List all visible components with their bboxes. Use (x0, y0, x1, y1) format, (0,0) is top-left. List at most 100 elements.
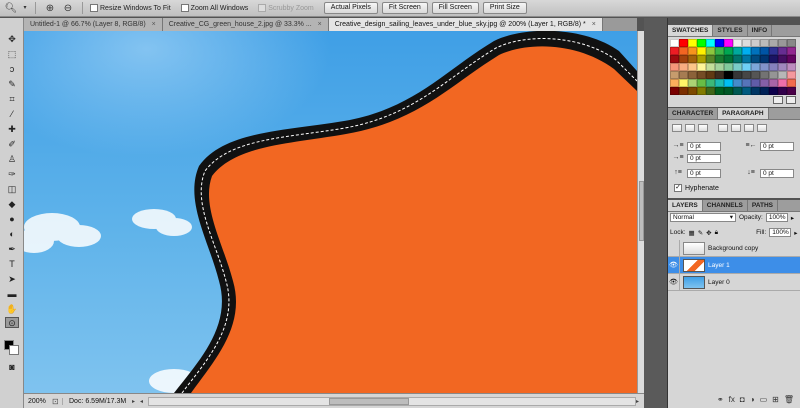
color-swatch[interactable] (787, 47, 796, 55)
justify-center-icon[interactable] (731, 124, 741, 132)
color-swatch[interactable] (715, 87, 724, 95)
opacity-field[interactable]: 100% (765, 213, 788, 222)
tab-paragraph[interactable]: PARAGRAPH (718, 108, 769, 119)
color-swatch[interactable] (715, 63, 724, 71)
zoom-in-icon[interactable]: ⊕ (43, 2, 57, 15)
color-swatch[interactable] (679, 47, 688, 55)
chevron-right-icon[interactable]: ▸ (132, 398, 140, 405)
indent-right-field[interactable]: 0 pt (760, 142, 794, 151)
color-swatch[interactable] (706, 55, 715, 63)
layer-name[interactable]: Layer 0 (708, 279, 730, 286)
layer-name[interactable]: Layer 1 (708, 262, 730, 269)
chevron-down-icon[interactable]: ▾ (22, 2, 28, 15)
color-swatch[interactable] (724, 55, 733, 63)
layer-row-layer-1[interactable]: 👁︎ Layer 1 (668, 256, 800, 274)
color-swatch[interactable] (733, 39, 742, 47)
color-swatch[interactable] (769, 63, 778, 71)
hand-tool-icon[interactable]: ✋ (5, 304, 19, 315)
link-layers-icon[interactable]: ⚭ (717, 395, 724, 404)
close-icon[interactable]: × (152, 18, 156, 31)
justify-left-icon[interactable] (718, 124, 728, 132)
align-center-icon[interactable] (685, 124, 695, 132)
lasso-tool-icon[interactable]: ↄ (5, 64, 19, 75)
color-swatch[interactable] (697, 87, 706, 95)
zoom-out-icon[interactable]: ⊖ (61, 2, 75, 15)
document-canvas[interactable] (24, 31, 637, 393)
actual-pixels-button[interactable]: Actual Pixels (323, 2, 378, 14)
new-group-icon[interactable]: ▭ (760, 395, 768, 404)
new-layer-icon[interactable]: ⊞ (772, 395, 779, 404)
color-swatch[interactable] (706, 87, 715, 95)
color-swatch[interactable] (724, 79, 733, 87)
color-swatch[interactable] (697, 47, 706, 55)
color-swatch[interactable] (769, 39, 778, 47)
tab-sailing-leaves[interactable]: Creative_design_sailing_leaves_under_blu… (328, 18, 603, 31)
tab-untitled-1[interactable]: Untitled-1 @ 66.7% (Layer 8, RGB/8) × (24, 18, 163, 31)
color-swatch[interactable] (787, 63, 796, 71)
quick-mask-icon[interactable]: ◙ (5, 362, 19, 373)
color-swatch[interactable] (751, 71, 760, 79)
color-swatch[interactable] (751, 39, 760, 47)
trash-icon[interactable] (786, 96, 796, 104)
lock-transparency-icon[interactable]: ▦ (689, 229, 695, 237)
color-swatch[interactable] (688, 47, 697, 55)
color-swatch[interactable] (688, 79, 697, 87)
color-swatch[interactable] (679, 87, 688, 95)
tab-paths[interactable]: PATHS (748, 200, 778, 211)
healing-brush-tool-icon[interactable]: ✚ (5, 124, 19, 135)
color-swatch[interactable] (706, 47, 715, 55)
color-swatch[interactable] (769, 55, 778, 63)
hyphenate-checkbox[interactable]: ✓ Hyphenate (674, 184, 719, 192)
dodge-tool-icon[interactable]: ◐ (5, 229, 19, 240)
color-swatch[interactable] (688, 55, 697, 63)
lock-position-icon[interactable]: ✥ (706, 229, 711, 237)
color-swatch[interactable] (679, 63, 688, 71)
color-swatch[interactable] (670, 63, 679, 71)
chevron-right-icon[interactable]: ▸ (794, 229, 797, 237)
color-swatch[interactable] (751, 63, 760, 71)
color-swatch[interactable] (715, 79, 724, 87)
layer-row-background-copy[interactable]: Background copy (668, 239, 800, 257)
color-swatch[interactable] (778, 79, 787, 87)
eye-icon[interactable]: 👁︎ (668, 256, 680, 274)
close-icon[interactable]: × (592, 18, 596, 31)
new-swatch-icon[interactable] (773, 96, 783, 104)
color-swatch[interactable] (751, 47, 760, 55)
color-swatch[interactable] (697, 79, 706, 87)
fit-screen-button[interactable]: Fit Screen (381, 2, 428, 14)
color-swatch[interactable] (751, 55, 760, 63)
paint-bucket-tool-icon[interactable]: ◆ (5, 199, 19, 210)
color-swatch[interactable] (760, 63, 769, 71)
color-swatch[interactable] (742, 87, 751, 95)
path-select-tool-icon[interactable]: ➤ (5, 274, 19, 285)
status-icon[interactable]: ⊡ (52, 397, 62, 406)
color-swatch[interactable] (760, 87, 769, 95)
resize-windows-checkbox[interactable]: Resize Windows To Fit (90, 4, 171, 12)
color-swatch[interactable] (724, 63, 733, 71)
align-left-icon[interactable] (672, 124, 682, 132)
zoom-tool-icon[interactable]: ⊙ (5, 317, 19, 328)
color-swatch[interactable] (706, 79, 715, 87)
pen-tool-icon[interactable]: ✒ (5, 244, 19, 255)
color-swatch[interactable] (778, 55, 787, 63)
indent-first-line-field[interactable]: 0 pt (687, 154, 721, 163)
space-after-field[interactable]: 0 pt (760, 169, 794, 178)
move-tool-icon[interactable]: ✥ (5, 34, 19, 45)
checkbox-checked-icon[interactable]: ✓ (674, 184, 682, 192)
type-tool-icon[interactable]: T (5, 259, 19, 270)
tab-swatches[interactable]: SWATCHES (668, 25, 714, 36)
color-swatch[interactable] (697, 39, 706, 47)
color-swatch[interactable] (688, 39, 697, 47)
eraser-tool-icon[interactable]: ◫ (5, 184, 19, 195)
color-swatch[interactable] (670, 55, 679, 63)
color-swatch[interactable] (724, 39, 733, 47)
color-swatch[interactable] (742, 79, 751, 87)
color-swatch[interactable] (670, 71, 679, 79)
color-swatch[interactable] (787, 87, 796, 95)
tab-layers[interactable]: LAYERS (668, 200, 703, 211)
checkbox[interactable] (180, 4, 189, 12)
color-swatch[interactable] (697, 71, 706, 79)
zoom-level[interactable]: 200% (24, 398, 52, 405)
color-swatch[interactable] (679, 39, 688, 47)
color-swatch[interactable] (706, 39, 715, 47)
